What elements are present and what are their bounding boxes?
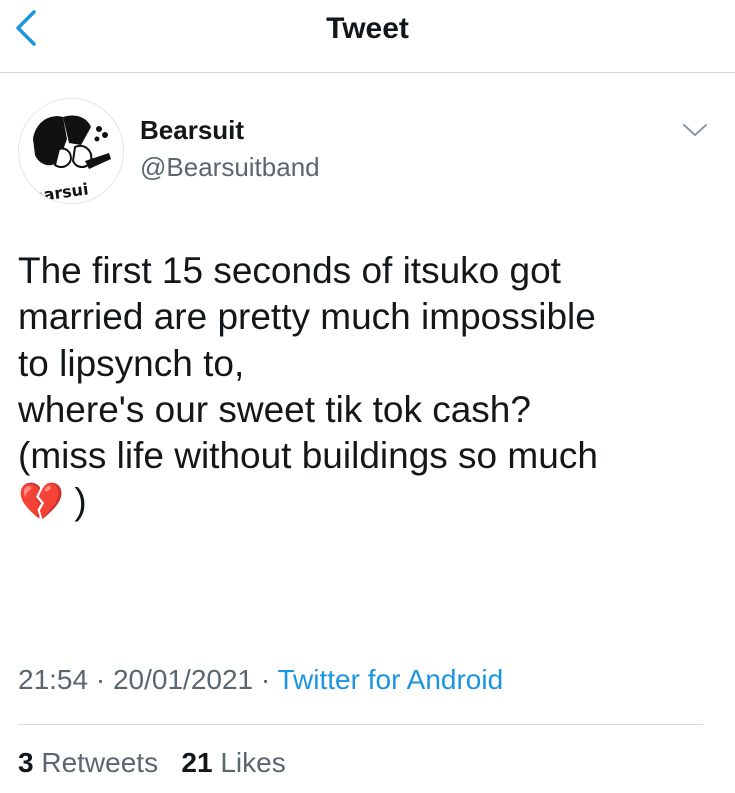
page-title: Tweet bbox=[326, 12, 409, 45]
tweet-text: The first 15 seconds of itsuko got marri… bbox=[18, 250, 598, 523]
bearsuit-avatar-icon: earsui bbox=[19, 99, 123, 203]
retweets-stat[interactable]: 3 Retweets bbox=[18, 747, 166, 778]
likes-label: Likes bbox=[220, 747, 286, 778]
author-handle[interactable]: @Bearsuitband bbox=[140, 152, 320, 183]
tweet-date: 20/01/2021 bbox=[112, 664, 254, 695]
tweet-source-link[interactable]: Twitter for Android bbox=[278, 664, 504, 695]
chevron-down-icon bbox=[683, 124, 707, 136]
tweet-time: 21:54 bbox=[18, 664, 89, 695]
divider bbox=[18, 724, 703, 725]
avatar[interactable]: earsui bbox=[18, 98, 124, 204]
top-bar: Tweet bbox=[0, 0, 735, 73]
likes-count: 21 bbox=[181, 747, 213, 778]
retweets-label: Retweets bbox=[41, 747, 159, 778]
likes-stat[interactable]: 21 Likes bbox=[181, 747, 285, 778]
tweet-meta: 21:54 · 20/01/2021 · Twitter for Android bbox=[18, 664, 503, 696]
retweets-count: 3 bbox=[18, 747, 34, 778]
tweet-stats: 3 Retweets 21 Likes bbox=[18, 747, 286, 779]
tweet-options-button[interactable] bbox=[680, 120, 710, 140]
author-display-name[interactable]: Bearsuit bbox=[140, 115, 244, 146]
meta-separator: · bbox=[95, 664, 106, 695]
meta-separator: · bbox=[260, 664, 271, 695]
